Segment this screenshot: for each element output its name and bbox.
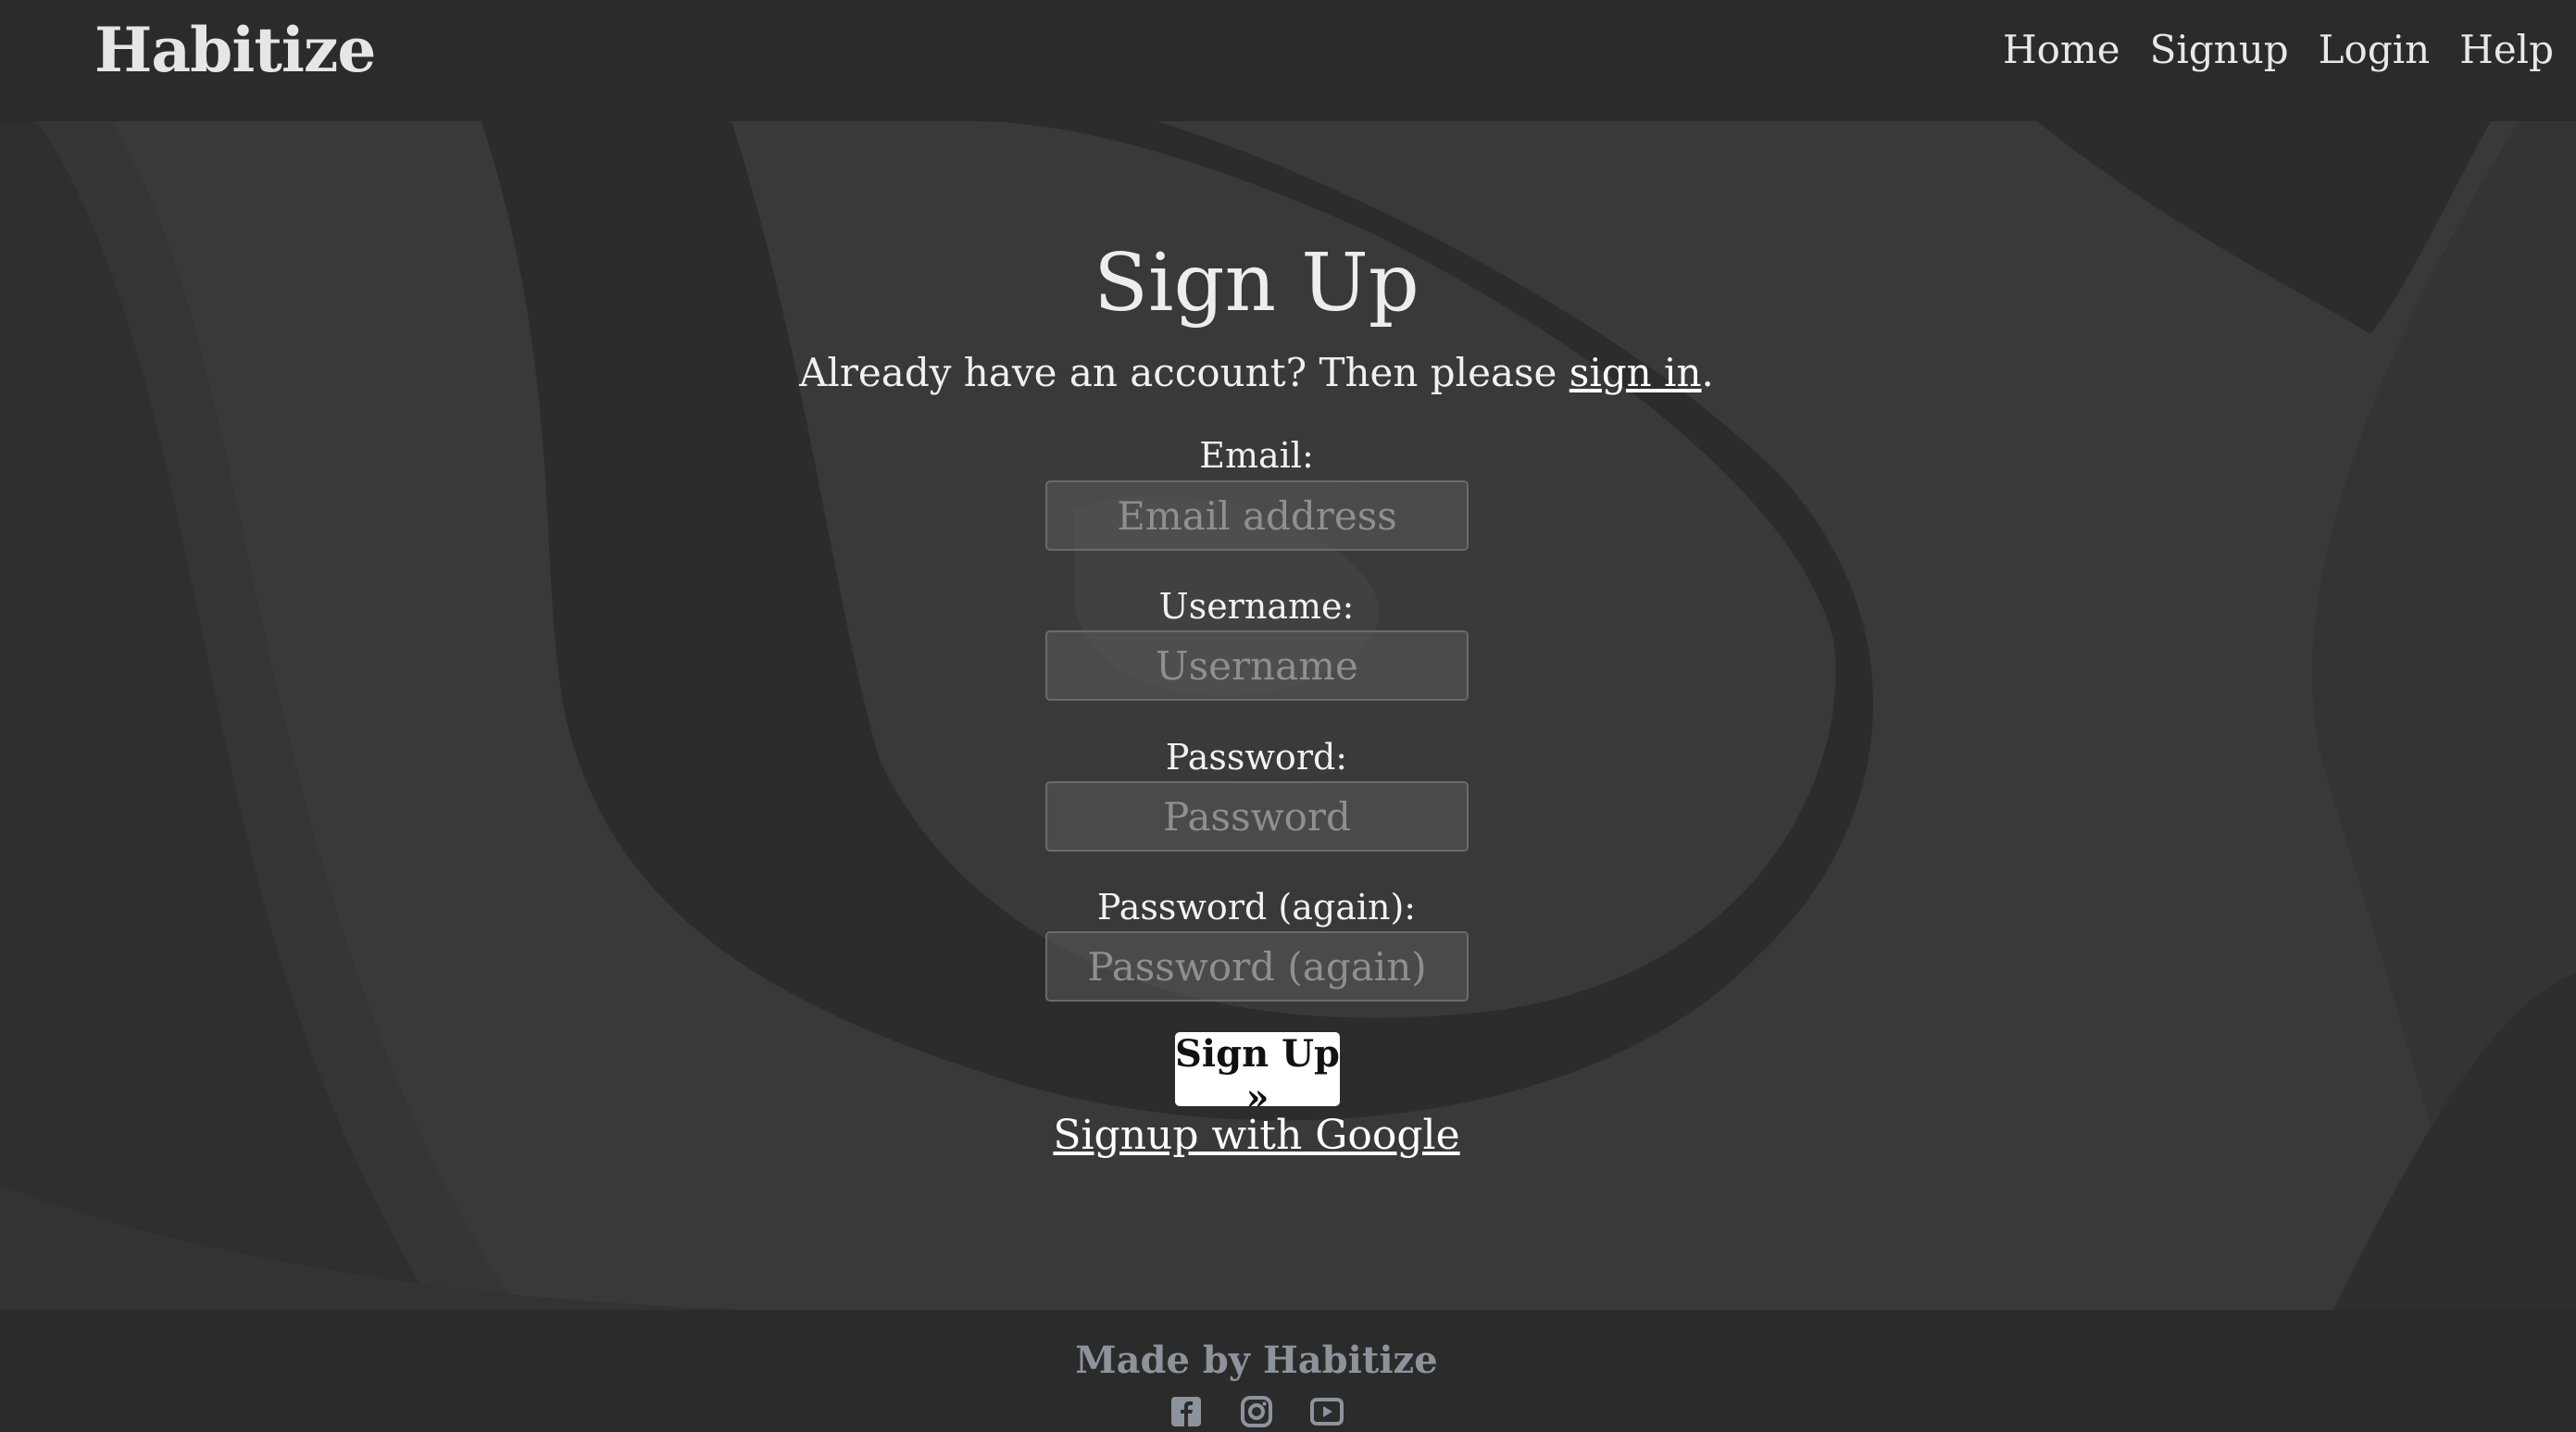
password-field[interactable] bbox=[1045, 781, 1469, 852]
page-title: Sign Up bbox=[1094, 237, 1419, 330]
nav-link-help[interactable]: Help bbox=[2459, 22, 2554, 78]
nav-links: Home Signup Login Help bbox=[2003, 22, 2554, 78]
password-again-label: Password (again): bbox=[1096, 887, 1417, 928]
navbar: Habitize Home Signup Login Help bbox=[0, 0, 2576, 121]
footer-text: Made by Habitize bbox=[1075, 1339, 1438, 1382]
sign-up-button[interactable]: Sign Up » bbox=[1175, 1032, 1340, 1119]
signup-form-container: Sign Up Already have an account? Then pl… bbox=[0, 121, 2576, 1310]
signin-prompt: Already have an account? Then please sig… bbox=[0, 345, 2513, 401]
signin-prompt-suffix: . bbox=[1701, 350, 1714, 395]
google-signup: Signup with Google bbox=[0, 1108, 2513, 1164]
username-label: Username: bbox=[1158, 586, 1355, 627]
signin-prompt-text: Already have an account? Then please bbox=[799, 350, 1569, 395]
google-signup-link[interactable]: Signup with Google bbox=[1053, 1112, 1459, 1159]
nav-link-signup[interactable]: Signup bbox=[2150, 22, 2289, 78]
brand-logo[interactable]: Habitize bbox=[94, 13, 376, 87]
password-label: Password: bbox=[1165, 737, 1348, 778]
hero-section: Sign Up Already have an account? Then pl… bbox=[0, 121, 2576, 1310]
signin-link[interactable]: sign in bbox=[1569, 350, 1702, 395]
nav-link-home[interactable]: Home bbox=[2003, 22, 2120, 78]
email-field[interactable] bbox=[1045, 480, 1469, 551]
email-label: Email: bbox=[1199, 435, 1314, 476]
nav-link-login[interactable]: Login bbox=[2319, 22, 2431, 78]
footer: Made by Habitize bbox=[0, 1310, 2576, 1427]
username-field[interactable] bbox=[1045, 630, 1469, 701]
password-again-field[interactable] bbox=[1045, 931, 1469, 1002]
